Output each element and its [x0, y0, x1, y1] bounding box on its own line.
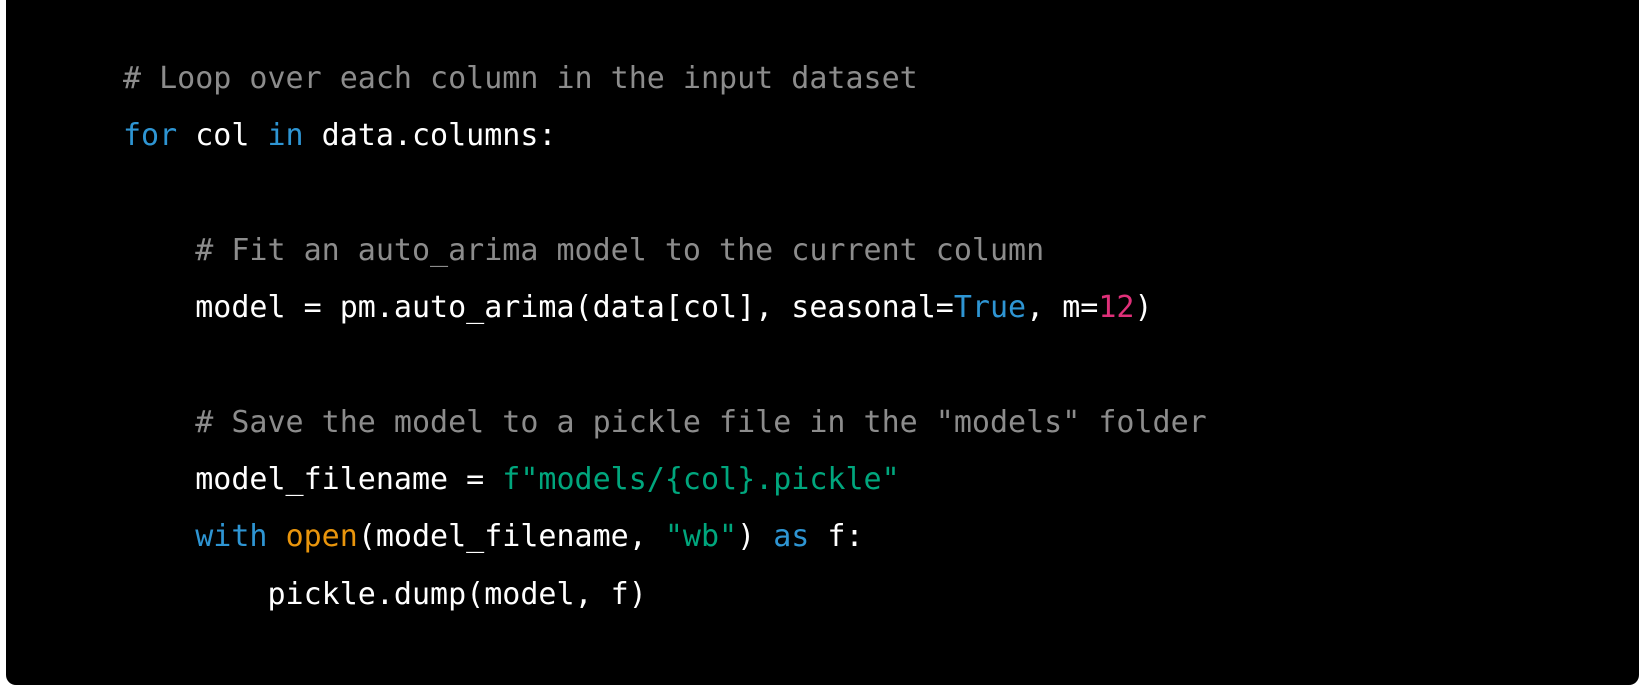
code-token-keyword: as	[773, 519, 810, 555]
code-token-plain: f:	[809, 519, 864, 555]
code-token-comment: # Fit an auto_arima model to the current…	[123, 232, 1045, 268]
code-token-plain: model = pm.auto_arima(data[col], seasona…	[123, 290, 954, 326]
code-token-keyword: True	[953, 290, 1027, 326]
code-token-plain: (model_filename,	[357, 519, 665, 555]
code-token-keyword: in	[267, 118, 304, 154]
code-token-keyword: for	[123, 118, 178, 154]
code-token-comment: # Save the model to a pickle file in the…	[123, 404, 1207, 440]
code-content[interactable]: # Loop over each column in the input dat…	[123, 50, 1207, 623]
code-token-builtin: open	[285, 519, 358, 555]
code-line: model_filename = f"models/{col}.pickle"	[123, 451, 1207, 508]
code-block: # Loop over each column in the input dat…	[6, 0, 1639, 685]
code-token-number: 12	[1098, 290, 1135, 326]
code-token-plain: )	[1134, 290, 1153, 326]
code-token-string: "wb"	[664, 519, 738, 555]
code-line: model = pm.auto_arima(data[col], seasona…	[123, 279, 1207, 336]
code-token-plain: data.columns:	[303, 118, 557, 154]
code-token-plain: model_filename =	[123, 462, 503, 498]
code-line: pickle.dump(model, f)	[123, 566, 1207, 623]
code-token-plain: col	[177, 118, 268, 154]
code-line: for col in data.columns:	[123, 107, 1207, 164]
code-token-string: f"models/{col}.pickle"	[502, 462, 900, 498]
code-token-plain: , m=	[1026, 290, 1099, 326]
code-line: # Loop over each column in the input dat…	[123, 50, 1207, 107]
code-token-plain: pickle.dump(model, f)	[123, 576, 647, 612]
code-token-comment: # Loop over each column in the input dat…	[123, 61, 918, 96]
code-token-keyword: with	[195, 519, 268, 555]
code-token-plain: )	[737, 519, 774, 555]
code-line: with open(model_filename, "wb") as f:	[123, 508, 1207, 565]
code-line: # Fit an auto_arima model to the current…	[123, 222, 1207, 279]
code-line: # Save the model to a pickle file in the…	[123, 394, 1207, 451]
